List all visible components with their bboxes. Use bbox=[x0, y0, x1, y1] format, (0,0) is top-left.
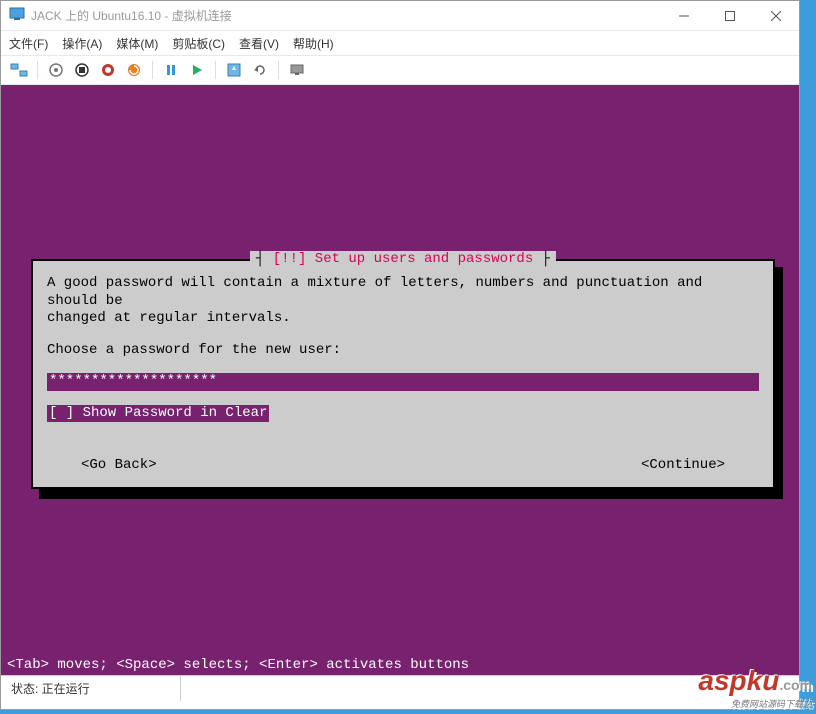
revert-icon[interactable] bbox=[250, 60, 270, 80]
enhanced-session-icon[interactable] bbox=[287, 60, 307, 80]
titlebar: JACK 上的 Ubuntu16.10 - 虚拟机连接 bbox=[1, 1, 799, 31]
window-title: JACK 上的 Ubuntu16.10 - 虚拟机连接 bbox=[31, 7, 661, 24]
menubar: 文件(F) 操作(A) 媒体(M) 剪贴板(C) 查看(V) 帮助(H) bbox=[1, 31, 799, 55]
statusbar: 状态: 正在运行 bbox=[1, 675, 799, 701]
vm-screen[interactable]: ┤ [!!] Set up users and passwords ├ A go… bbox=[1, 85, 799, 675]
status-spacer bbox=[181, 676, 799, 701]
status-label: 状态: 正在运行 bbox=[1, 676, 181, 701]
dialog-body: A good password will contain a mixture o… bbox=[33, 261, 773, 422]
go-back-button[interactable]: <Go Back> bbox=[81, 457, 157, 473]
turnoff-icon[interactable] bbox=[72, 60, 92, 80]
show-password-checkbox[interactable]: [ ] Show Password in Clear bbox=[47, 405, 269, 423]
menu-clipboard[interactable]: 剪贴板(C) bbox=[172, 35, 225, 52]
installer-dialog: ┤ [!!] Set up users and passwords ├ A go… bbox=[31, 259, 775, 489]
reset-icon[interactable] bbox=[124, 60, 144, 80]
continue-button[interactable]: <Continue> bbox=[641, 457, 725, 473]
pause-icon[interactable] bbox=[161, 60, 181, 80]
minimize-button[interactable] bbox=[661, 1, 707, 31]
dialog-title: ┤ [!!] Set up users and passwords ├ bbox=[250, 251, 556, 267]
toolbar-separator bbox=[37, 61, 38, 79]
checkpoint-icon[interactable] bbox=[224, 60, 244, 80]
toolbar-separator bbox=[215, 61, 216, 79]
close-button[interactable] bbox=[753, 1, 799, 31]
vm-connection-window: JACK 上的 Ubuntu16.10 - 虚拟机连接 文件(F) 操作(A) … bbox=[0, 0, 800, 710]
menu-action[interactable]: 操作(A) bbox=[62, 35, 102, 52]
key-hint-bar: <Tab> moves; <Space> selects; <Enter> ac… bbox=[1, 655, 475, 675]
password-prompt: Choose a password for the new user: bbox=[47, 342, 759, 360]
password-input[interactable]: ******************** ___________________… bbox=[47, 373, 759, 391]
shutdown-icon[interactable] bbox=[98, 60, 118, 80]
dialog-text-line1: A good password will contain a mixture o… bbox=[47, 275, 759, 310]
password-mask: ******************** bbox=[47, 373, 219, 391]
app-icon bbox=[9, 6, 25, 25]
toolbar-separator bbox=[278, 61, 279, 79]
toolbar-separator bbox=[152, 61, 153, 79]
dialog-text-line2: changed at regular intervals. bbox=[47, 310, 759, 328]
dialog-nav: <Go Back> <Continue> bbox=[33, 457, 773, 473]
play-icon[interactable] bbox=[187, 60, 207, 80]
menu-help[interactable]: 帮助(H) bbox=[293, 35, 334, 52]
password-field-remainder: ________________________________________… bbox=[219, 373, 759, 391]
dialog-title-text: Set up users and passwords bbox=[315, 251, 533, 267]
menu-media[interactable]: 媒体(M) bbox=[116, 35, 158, 52]
start-icon[interactable] bbox=[46, 60, 66, 80]
menu-view[interactable]: 查看(V) bbox=[239, 35, 279, 52]
ctrl-alt-del-icon[interactable] bbox=[9, 60, 29, 80]
toolbar bbox=[1, 55, 799, 85]
maximize-button[interactable] bbox=[707, 1, 753, 31]
menu-file[interactable]: 文件(F) bbox=[9, 35, 48, 52]
window-controls bbox=[661, 1, 799, 31]
